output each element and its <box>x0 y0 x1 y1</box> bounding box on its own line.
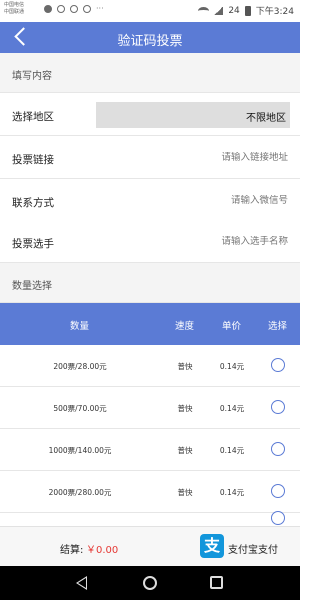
system-home-icon[interactable] <box>143 576 157 590</box>
message-icon <box>44 5 52 13</box>
contact-label: 联系方式 <box>12 197 54 209</box>
col-select: 选择 <box>268 321 288 332</box>
battery-percent: 24 <box>228 5 240 16</box>
checkout-bar: 结算: ￥0.00 支 支付宝支付 <box>0 526 300 566</box>
alipay-icon[interactable]: 支 <box>200 534 224 558</box>
alipay-pay-button[interactable]: 支付宝支付 <box>228 541 278 556</box>
settings-icon <box>70 5 78 13</box>
row-radio[interactable] <box>271 358 285 372</box>
status-bar: 中国电信 中国联通 ··· 24 下午3:24 <box>0 0 300 22</box>
system-back-icon[interactable] <box>76 576 87 590</box>
col-qty: 数量 <box>70 321 90 332</box>
battery-icon <box>244 5 251 16</box>
row-radio[interactable] <box>271 484 285 498</box>
app-icon <box>83 5 91 13</box>
row-radio[interactable] <box>271 400 285 414</box>
table-row[interactable]: 2000票/280.00元 普快 0.14元 <box>0 471 300 513</box>
row-speed: 普快 <box>177 488 193 497</box>
row-price: 0.14元 <box>219 404 245 413</box>
form-section-title: 填写内容 <box>12 71 52 82</box>
table-row[interactable]: 1000票/140.00元 普快 0.14元 <box>0 429 300 471</box>
nav-bar: 验证码投票 <box>0 22 300 53</box>
wifi-icon <box>198 6 210 15</box>
contestant-label: 投票选手 <box>12 238 54 250</box>
more-notifications-icon: ··· <box>96 4 104 13</box>
row-speed: 普快 <box>177 362 193 371</box>
system-recents-icon[interactable] <box>210 576 223 589</box>
quantity-section-header: 数量选择 <box>0 263 300 303</box>
row-price: 0.14元 <box>219 362 245 371</box>
form-section-header: 填写内容 <box>0 53 300 93</box>
row-radio[interactable] <box>271 511 285 525</box>
row-radio[interactable] <box>271 442 285 456</box>
status-right: 24 下午3:24 <box>198 4 294 17</box>
alarm-icon <box>57 5 65 13</box>
table-row[interactable]: 500票/70.00元 普快 0.14元 <box>0 387 300 429</box>
table-row[interactable] <box>0 511 300 526</box>
carrier-1: 中国电信 <box>4 2 25 8</box>
page-title: 验证码投票 <box>117 34 183 49</box>
notification-icons: ··· <box>44 5 104 13</box>
region-select[interactable]: 不限地区 <box>96 102 290 128</box>
vote-link-input[interactable] <box>148 152 288 163</box>
signal-icon <box>214 6 224 15</box>
contact-row: 联系方式 <box>0 180 300 222</box>
row-qty: 500票/70.00元 <box>53 404 107 413</box>
region-row[interactable]: 选择地区 不限地区 <box>0 94 300 136</box>
row-speed: 普快 <box>177 404 193 413</box>
row-speed: 普快 <box>177 446 193 455</box>
row-qty: 1000票/140.00元 <box>48 446 112 455</box>
carrier-2: 中国联通 <box>4 9 25 15</box>
col-speed: 速度 <box>175 321 195 332</box>
region-value: 不限地区 <box>246 113 286 124</box>
contact-input[interactable] <box>148 195 288 206</box>
carrier-info: 中国电信 中国联通 <box>4 2 24 16</box>
row-price: 0.14元 <box>219 488 245 497</box>
quantity-section-title: 数量选择 <box>12 281 52 292</box>
quantity-table-header: 数量 速度 单价 选择 <box>0 303 300 345</box>
total-label: 结算: <box>60 545 84 556</box>
contestant-input[interactable] <box>148 236 288 247</box>
system-nav-bar <box>0 566 300 600</box>
contestant-row: 投票选手 <box>0 221 300 263</box>
total-value: ￥0.00 <box>86 545 119 556</box>
region-label: 选择地区 <box>12 111 54 123</box>
table-row[interactable]: 200票/28.00元 普快 0.14元 <box>0 345 300 387</box>
row-qty: 200票/28.00元 <box>53 362 107 371</box>
vote-link-label: 投票链接 <box>12 154 54 166</box>
vote-link-row: 投票链接 <box>0 137 300 179</box>
row-qty: 2000票/280.00元 <box>48 488 112 497</box>
col-price: 单价 <box>222 321 242 332</box>
clock: 下午3:24 <box>255 7 294 17</box>
row-price: 0.14元 <box>219 446 245 455</box>
